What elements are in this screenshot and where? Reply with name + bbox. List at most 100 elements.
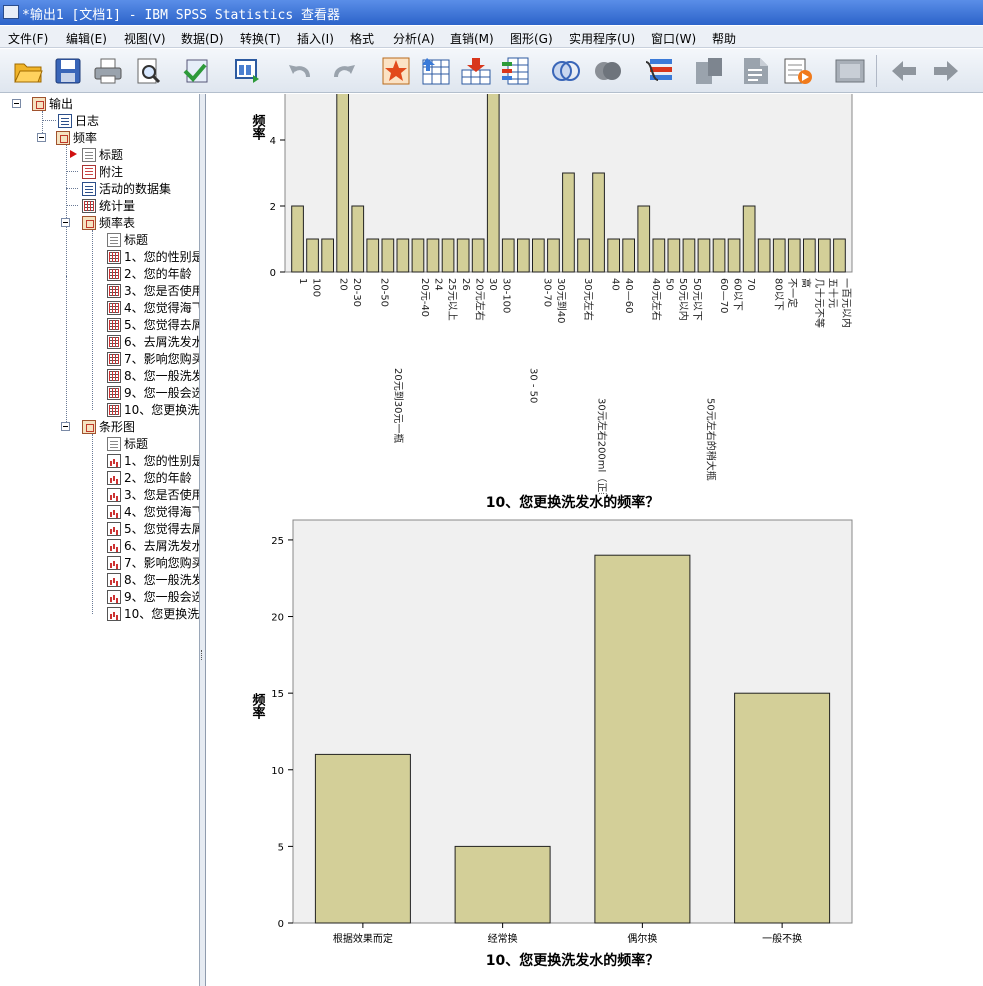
select-cases-icon[interactable] (740, 55, 772, 87)
merge-icon[interactable] (592, 55, 624, 87)
tree-node-frequencies[interactable]: 频率 (56, 129, 97, 146)
tree-node-table-item[interactable]: 6、去屑洗发水 (107, 333, 199, 350)
venn-icon[interactable] (550, 55, 582, 87)
menu-window[interactable]: 窗口(W) (651, 30, 696, 47)
print-icon[interactable] (92, 55, 124, 87)
print-preview-icon[interactable] (132, 55, 164, 87)
tree-node-chart-item[interactable]: 2、您的年龄 (107, 469, 192, 486)
tree-node-chart-item[interactable]: 10、您更换洗发 (107, 605, 199, 622)
tree-node-table-item[interactable]: 9、您一般会选 (107, 384, 199, 401)
tree-node-label: 6、去屑洗发水 (124, 539, 200, 553)
save-icon[interactable] (52, 55, 84, 87)
tree-node-table-item[interactable]: 3、您是否使用 (107, 282, 199, 299)
menu-insert[interactable]: 插入(I) (297, 30, 334, 47)
recall-dialog-icon[interactable] (232, 55, 264, 87)
forward-icon[interactable] (930, 55, 962, 87)
collapse-frequencies-toggle[interactable] (37, 133, 46, 142)
tree-node-chart-item[interactable]: 8、您一般洗发 (107, 571, 200, 588)
tree-node-table-item[interactable]: 4、您觉得海飞 (107, 299, 199, 316)
statistics-table-icon (82, 198, 96, 213)
tree-node-bar-chart[interactable]: 条形图 (82, 418, 135, 435)
split-icon[interactable] (694, 55, 726, 87)
tree-node-chart-item[interactable]: 9、您一般会选 (107, 588, 199, 605)
undo-icon[interactable] (284, 55, 316, 87)
tree-node-chart-title[interactable]: 标题 (107, 435, 148, 452)
y-tick-label: 25 (271, 536, 284, 547)
export-icon[interactable] (180, 55, 212, 87)
tree-node-chart-item[interactable]: 1、您的性别是 (107, 452, 199, 469)
active-dataset-icon (82, 181, 96, 196)
x-tick-label: 偶尔换 (627, 932, 657, 945)
splitter-grip[interactable] (201, 650, 204, 660)
open-icon[interactable] (12, 55, 44, 87)
chart-title: 10、您更换洗发水的频率？ (486, 494, 659, 511)
table-icon (107, 385, 121, 400)
tree-node-table-item[interactable]: 1、您的性别是 (107, 248, 199, 265)
bar (454, 845, 551, 924)
collapse-freq-table-toggle[interactable] (61, 218, 70, 227)
collapse-bar-chart-toggle[interactable] (61, 422, 70, 431)
bar (517, 238, 530, 273)
tree-node-frequency-table[interactable]: 频率表 (82, 214, 135, 231)
menu-utilities[interactable]: 实用程序(U) (569, 30, 635, 47)
x-tick-label: 80以下 (772, 278, 783, 311)
menu-edit[interactable]: 编辑(E) (66, 30, 107, 47)
tree-node-title[interactable]: 标题 (82, 146, 123, 163)
chart-icon (107, 504, 121, 519)
tree-node-chart-item[interactable]: 7、影响您购买 (107, 554, 199, 571)
pane-splitter[interactable] (200, 94, 206, 986)
menu-help[interactable]: 帮助 (712, 30, 736, 47)
bar (652, 238, 666, 273)
tree-node-log[interactable]: 日志 (58, 112, 99, 129)
menu-transform[interactable]: 转换(T) (240, 30, 281, 47)
collapse-output-toggle[interactable] (12, 99, 21, 108)
tree-node-table-item[interactable]: 5、您觉得去屑 (107, 316, 199, 333)
x-tick-label: 20元-40 (419, 278, 430, 317)
tree-node-table-item[interactable]: 10、您更换洗发 (107, 401, 199, 418)
menu-data[interactable]: 数据(D) (181, 30, 224, 47)
bar (441, 238, 455, 273)
tree-node-chart-item[interactable]: 4、您觉得海飞 (107, 503, 199, 520)
goto-case-icon[interactable] (420, 55, 452, 87)
weight-icon[interactable] (644, 55, 676, 87)
tree-line (92, 230, 93, 410)
bar (712, 238, 726, 273)
frequency-bar-chart-q10[interactable]: 10、您更换洗发水的频率？ 根据效果而定 经常换 偶尔换 一般不换 0 5 10 15 20 25 频… (207, 486, 983, 986)
redo-icon[interactable] (328, 55, 360, 87)
tree-node-table-item[interactable]: 2、您的年龄 (107, 265, 192, 282)
y-axis-label: 频率 (250, 113, 266, 141)
x-tick-label: 70 (745, 278, 756, 291)
value-labels-icon[interactable] (782, 55, 814, 87)
goto-data-icon[interactable] (380, 55, 412, 87)
chart-icon (107, 538, 121, 553)
tree-node-output[interactable]: 输出 (32, 95, 73, 112)
x-tick-label: 20-30 (351, 278, 362, 307)
tree-node-label: 2、您的年龄 (124, 267, 192, 281)
menu-graphs[interactable]: 图形(G) (510, 30, 553, 47)
variables-icon[interactable] (500, 55, 532, 87)
tree-node-notes[interactable]: 附注 (82, 163, 123, 180)
back-icon[interactable] (888, 55, 920, 87)
tree-node-table-item[interactable]: 8、您一般洗发 (107, 367, 199, 384)
tree-node-chart-item[interactable]: 3、您是否使用 (107, 486, 199, 503)
menu-view[interactable]: 视图(V) (124, 30, 166, 47)
tree-node-label: 8、您一般洗发 (124, 573, 200, 587)
tree-node-label: 日志 (75, 114, 100, 128)
menu-analyze[interactable]: 分析(A) (393, 30, 435, 47)
tree-node-active-dataset[interactable]: 活动的数据集 (82, 180, 171, 197)
tree-node-table-item[interactable]: 7、影响您购买 (107, 350, 199, 367)
designate-window-icon[interactable] (834, 55, 866, 87)
bar (501, 238, 515, 273)
menu-direct-marketing[interactable]: 直销(M) (450, 30, 494, 47)
chart-icon (107, 453, 121, 468)
bar (592, 172, 605, 273)
insert-cases-icon[interactable] (460, 55, 492, 87)
tree-node-chart-item[interactable]: 6、去屑洗发水 (107, 537, 200, 554)
frequency-bar-chart-top[interactable]: 024频率1 100 20 20-30 20-5020元到30元一瓶20元-40 24 25… (207, 94, 983, 494)
bar (803, 238, 816, 273)
tree-node-statistics[interactable]: 统计量 (82, 197, 135, 214)
menu-file[interactable]: 文件(F) (8, 30, 48, 47)
tree-node-table-title[interactable]: 标题 (107, 231, 148, 248)
menu-format[interactable]: 格式 (350, 30, 374, 47)
tree-node-chart-item[interactable]: 5、您觉得去屑 (107, 520, 199, 537)
